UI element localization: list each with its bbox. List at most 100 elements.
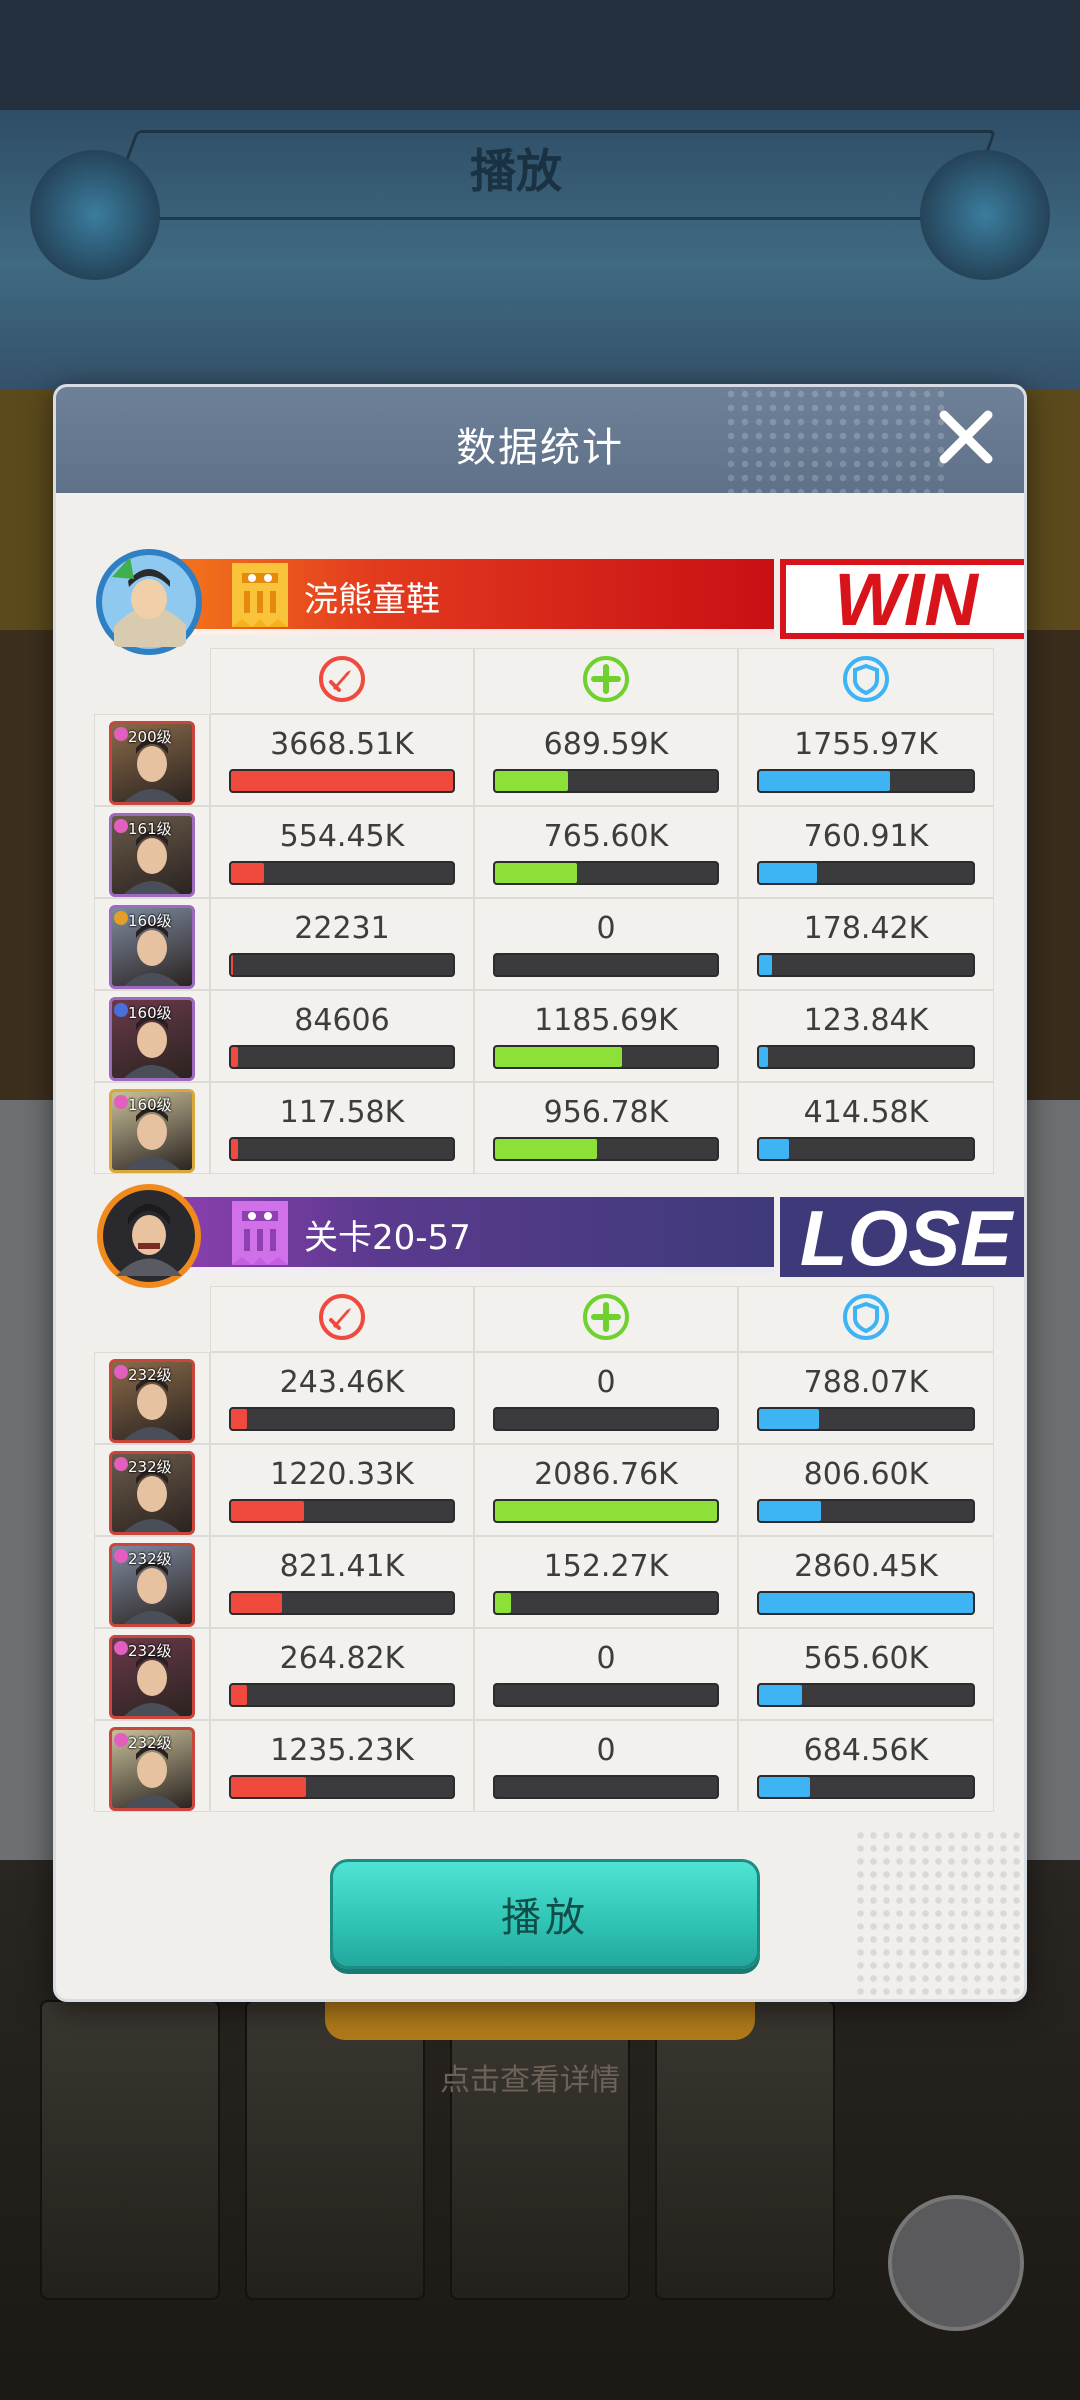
hero-level: 232级: [128, 1734, 172, 1752]
defense-bar-fill: [759, 1777, 811, 1797]
hero-portrait[interactable]: 160级: [109, 905, 195, 989]
damage-cell: 264.82K: [210, 1628, 474, 1720]
close-button[interactable]: [930, 401, 1002, 473]
hero-stat-row: 232级 821.41K 152.27K 2860.45K: [94, 1536, 994, 1628]
hero-level: 232级: [128, 1458, 172, 1476]
player-avatar[interactable]: [94, 547, 204, 657]
defense-bar-fill: [759, 1685, 802, 1705]
heal-bar-fill: [495, 1593, 511, 1613]
heal-value: 0: [596, 1733, 616, 1768]
hero-portrait[interactable]: 161级: [109, 813, 195, 897]
defense-cell: 565.60K: [738, 1628, 994, 1720]
heal-bar-fill: [495, 1139, 598, 1159]
rarity-gem-icon: [114, 1003, 128, 1017]
hero-stat-row: 160级 117.58K 956.78K 414.58K: [94, 1082, 994, 1174]
defense-value: 788.07K: [803, 1365, 929, 1400]
heal-cell: 0: [474, 898, 738, 990]
hero-stat-row: 232级 1220.33K 2086.76K 806.60K: [94, 1444, 994, 1536]
bg-bottom-caption: 点击查看详情: [440, 2063, 620, 2098]
heal-bar: [493, 861, 719, 885]
damage-value: 554.45K: [279, 819, 405, 854]
bg-right-emblem: [920, 150, 1050, 280]
defense-bar-fill: [759, 863, 817, 883]
defense-bar: [757, 861, 975, 885]
hero-portrait[interactable]: 200级: [109, 721, 195, 805]
damage-value: 84606: [294, 1003, 390, 1038]
heal-value: 0: [596, 911, 616, 946]
defense-cell: 123.84K: [738, 990, 994, 1082]
heal-cell: 956.78K: [474, 1082, 738, 1174]
dialog-header: 数据统计: [56, 387, 1024, 493]
damage-cell: 554.45K: [210, 806, 474, 898]
damage-bar-fill: [231, 955, 234, 975]
enemy-avatar[interactable]: [94, 1181, 204, 1291]
heal-value: 152.27K: [543, 1549, 669, 1584]
damage-cell: 84606: [210, 990, 474, 1082]
defense-cell: 806.60K: [738, 1444, 994, 1536]
team-name: 浣熊童鞋: [304, 580, 440, 620]
defense-bar-fill: [759, 1501, 822, 1521]
heal-bar: [493, 1407, 719, 1431]
defense-value: 414.58K: [803, 1095, 929, 1130]
heal-value: 689.59K: [543, 727, 669, 762]
defense-value: 178.42K: [803, 911, 929, 946]
bg-replay-banner: 播放: [0, 110, 1080, 390]
stat-icon-row: [94, 648, 994, 714]
damage-bar-fill: [231, 1409, 247, 1429]
hero-portrait[interactable]: 232级: [109, 1635, 195, 1719]
defense-cell: 178.42K: [738, 898, 994, 990]
damage-bar-fill: [231, 1501, 305, 1521]
hero-stat-row: 160级 84606 1185.69K 123.84K: [94, 990, 994, 1082]
damage-bar: [229, 953, 455, 977]
sword-damage-icon: [317, 654, 367, 708]
hero-level: 232级: [128, 1366, 172, 1384]
damage-value: 1235.23K: [270, 1733, 414, 1768]
hero-portrait[interactable]: 232级: [109, 1451, 195, 1535]
bg-round-button: [888, 2195, 1024, 2331]
result-label: WIN: [834, 559, 979, 639]
defense-bar: [757, 1137, 975, 1161]
damage-value: 1220.33K: [270, 1457, 414, 1492]
damage-value: 3668.51K: [270, 727, 414, 762]
defense-value: 565.60K: [803, 1641, 929, 1676]
banner-emblem-icon: [224, 1199, 296, 1267]
defense-bar-fill: [759, 1047, 768, 1067]
damage-cell: 3668.51K: [210, 714, 474, 806]
defense-bar: [757, 1045, 975, 1069]
heal-cell: 152.27K: [474, 1536, 738, 1628]
hero-portrait[interactable]: 160级: [109, 997, 195, 1081]
enemy-stats-table: 232级 243.46K 0 788.07K 232级 1220.33K 2086.76K 8…: [94, 1286, 994, 1860]
defense-bar: [757, 1775, 975, 1799]
damage-value: 264.82K: [279, 1641, 405, 1676]
defense-cell: 2860.45K: [738, 1536, 994, 1628]
hero-level: 232级: [128, 1550, 172, 1568]
lose-badge: LOSE: [780, 1194, 1024, 1282]
heal-bar: [493, 1775, 719, 1799]
hero-portrait[interactable]: 232级: [109, 1727, 195, 1811]
result-label: LOSE: [800, 1197, 1014, 1277]
bg-banner-label: 播放: [470, 144, 562, 198]
hero-portrait[interactable]: 232级: [109, 1359, 195, 1443]
damage-bar-fill: [231, 1593, 283, 1613]
defense-cell: 788.07K: [738, 1352, 994, 1444]
heal-bar-fill: [495, 1047, 622, 1067]
heal-bar: [493, 1137, 719, 1161]
defense-cell: 760.91K: [738, 806, 994, 898]
dialog-title: 数据统计: [456, 425, 624, 471]
heal-bar: [493, 769, 719, 793]
heal-bar-fill: [495, 863, 578, 883]
battle-stats-dialog: 数据统计 浣熊童鞋 WIN 200级 3668.51K 689.59K 1755…: [53, 384, 1027, 2002]
damage-bar: [229, 1137, 455, 1161]
damage-value: 117.58K: [279, 1095, 405, 1130]
hero-level: 160级: [128, 1004, 172, 1022]
rarity-gem-icon: [114, 819, 128, 833]
damage-bar: [229, 1683, 455, 1707]
play-button[interactable]: 播放: [330, 1859, 760, 1969]
player-stats-table: 200级 3668.51K 689.59K 1755.97K 161级 554.45K 76…: [94, 648, 994, 1222]
defense-bar-fill: [759, 771, 890, 791]
banner-emblem-icon: [224, 561, 296, 629]
hero-portrait[interactable]: 232级: [109, 1543, 195, 1627]
damage-bar: [229, 1407, 455, 1431]
hero-portrait[interactable]: 160级: [109, 1089, 195, 1173]
damage-bar-fill: [231, 1685, 247, 1705]
